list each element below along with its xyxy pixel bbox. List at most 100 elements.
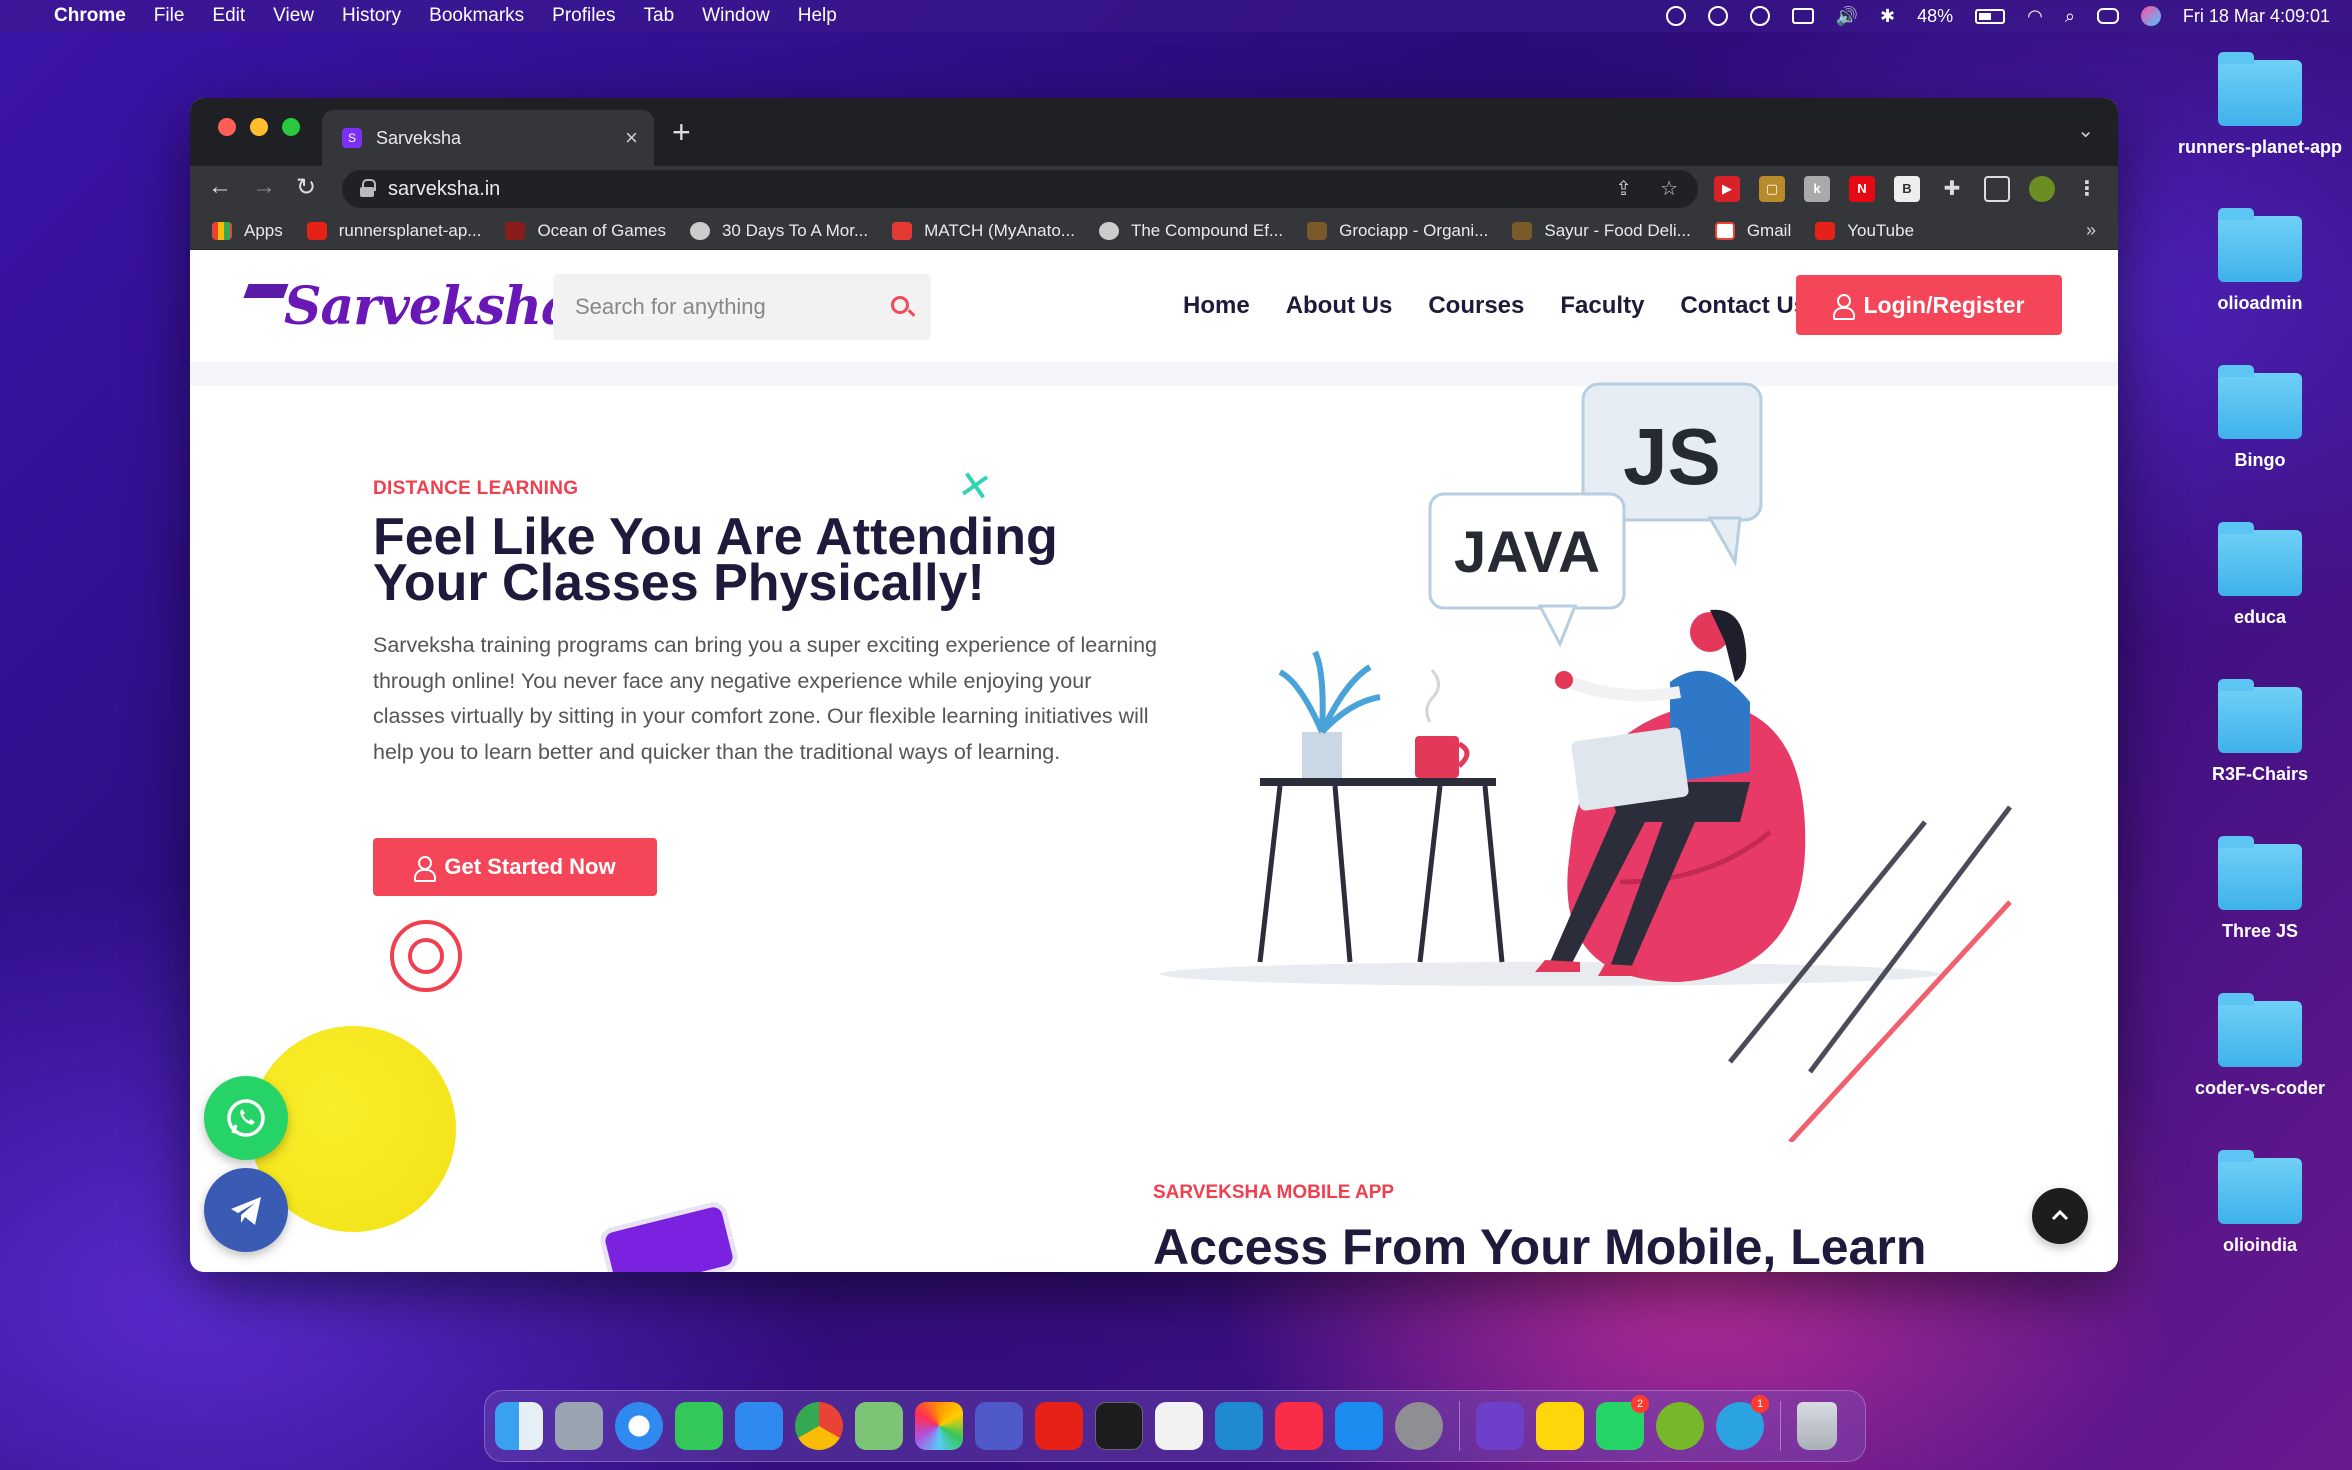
get-started-button[interactable]: Get Started Now: [373, 838, 657, 896]
app-store-icon[interactable]: [1335, 1402, 1383, 1450]
menu-window[interactable]: Window: [702, 5, 770, 27]
terminal-icon[interactable]: [1095, 1402, 1143, 1450]
telegram-floating-button[interactable]: [204, 1168, 288, 1252]
bookmark-item[interactable]: Apps: [212, 221, 283, 241]
monitor-icon[interactable]: [1791, 8, 1814, 24]
desktop-folder[interactable]: Bingo: [2160, 365, 2352, 471]
extension-icon[interactable]: B: [1894, 176, 1920, 202]
github-desktop-icon[interactable]: [1476, 1402, 1524, 1450]
menu-bookmarks[interactable]: Bookmarks: [429, 5, 524, 27]
extension-icon[interactable]: k: [1804, 176, 1830, 202]
bookmarks-overflow-button[interactable]: »: [2086, 220, 2096, 241]
desktop-folder[interactable]: runners-planet-app: [2160, 52, 2352, 158]
search-icon[interactable]: [891, 296, 909, 314]
nav-home[interactable]: Home: [1183, 292, 1250, 320]
messages-icon[interactable]: [675, 1402, 723, 1450]
tab-active[interactable]: S Sarveksha ×: [322, 110, 654, 166]
new-tab-button[interactable]: +: [672, 114, 691, 151]
share-icon[interactable]: ⇪: [1615, 176, 1632, 201]
volume-icon[interactable]: 🔊: [1836, 6, 1858, 27]
bluetooth-icon[interactable]: ✱: [1880, 6, 1895, 27]
whatsapp-app-icon[interactable]: 2: [1596, 1395, 1649, 1450]
whatsapp-floating-button[interactable]: [204, 1076, 288, 1160]
utorrent-icon[interactable]: [1656, 1402, 1704, 1450]
bookmark-item[interactable]: YouTube: [1815, 221, 1914, 241]
bookmark-item[interactable]: MATCH (MyAnato...: [892, 221, 1075, 241]
system-preferences-icon[interactable]: [1395, 1402, 1443, 1450]
control-center-icon[interactable]: [2096, 8, 2119, 24]
play-icon[interactable]: [1749, 6, 1770, 26]
tab-close-icon[interactable]: ×: [625, 125, 638, 151]
menu-file[interactable]: File: [154, 5, 185, 27]
youtube-app-icon[interactable]: [1035, 1402, 1083, 1450]
bookmark-item[interactable]: 30 Days To A Mor...: [689, 221, 868, 241]
desktop-folder[interactable]: educa: [2160, 522, 2352, 628]
bookmark-item[interactable]: Grociapp - Organi...: [1307, 221, 1488, 241]
vscode-icon[interactable]: [1215, 1402, 1263, 1450]
minimize-window-button[interactable]: [250, 118, 268, 136]
globe-icon: [1098, 221, 1119, 240]
desktop-folder[interactable]: olioindia: [2160, 1150, 2352, 1256]
nav-about-us[interactable]: About Us: [1286, 292, 1393, 320]
siri-icon[interactable]: [2140, 6, 2161, 26]
trash-icon[interactable]: [1797, 1402, 1837, 1450]
address-bar[interactable]: sarveksha.in ⇪ ☆: [342, 170, 1698, 208]
profile-avatar[interactable]: [2029, 176, 2055, 202]
bookmark-item[interactable]: The Compound Ef...: [1098, 221, 1283, 241]
menu-view[interactable]: View: [273, 5, 314, 27]
desktop-folder[interactable]: Three JS: [2160, 836, 2352, 942]
site-search-input[interactable]: Search for anything: [553, 274, 931, 340]
desktop-folder[interactable]: R3F-Chairs: [2160, 679, 2352, 785]
kebab-menu-icon[interactable]: ⋮: [2074, 176, 2100, 202]
telegram-app-icon[interactable]: 1: [1716, 1395, 1769, 1450]
menu-bar-clock[interactable]: Fri 18 Mar 4:09:01: [2183, 6, 2330, 27]
puzzle-extensions-icon[interactable]: ✚: [1939, 176, 1965, 202]
maps-icon[interactable]: [855, 1402, 903, 1450]
side-panel-icon[interactable]: [1984, 176, 2010, 202]
teams-icon[interactable]: [975, 1402, 1023, 1450]
menu-help[interactable]: Help: [798, 5, 837, 27]
nav-faculty[interactable]: Faculty: [1560, 292, 1644, 320]
menu-edit[interactable]: Edit: [212, 5, 245, 27]
reminders-icon[interactable]: [1155, 1402, 1203, 1450]
login-register-button[interactable]: Login/Register: [1796, 275, 2062, 335]
menu-history[interactable]: History: [342, 5, 401, 27]
lock-icon[interactable]: [360, 179, 376, 197]
menu-profiles[interactable]: Profiles: [552, 5, 615, 27]
extension-icon[interactable]: N: [1849, 176, 1875, 202]
notes-icon[interactable]: [1536, 1402, 1584, 1450]
bookmark-item[interactable]: Sayur - Food Deli...: [1512, 221, 1691, 241]
vpn-icon[interactable]: [1707, 6, 1728, 26]
spotlight-search-icon[interactable]: ⌕: [2065, 6, 2075, 27]
photos-icon[interactable]: [915, 1402, 963, 1450]
zoom-window-button[interactable]: [282, 118, 300, 136]
close-window-button[interactable]: [218, 118, 236, 136]
back-button[interactable]: ←: [208, 173, 232, 201]
nav-contact-us[interactable]: Contact Us: [1680, 292, 1807, 320]
nav-courses[interactable]: Courses: [1428, 292, 1524, 320]
menu-tab[interactable]: Tab: [644, 5, 675, 27]
wifi-icon[interactable]: ◠: [2027, 6, 2043, 27]
scroll-to-top-button[interactable]: [2032, 1188, 2088, 1244]
bookmark-item[interactable]: Gmail: [1714, 221, 1791, 241]
safari-icon[interactable]: [615, 1402, 663, 1450]
menu-app-name[interactable]: Chrome: [54, 5, 126, 27]
mail-icon[interactable]: [735, 1402, 783, 1450]
extension-icon[interactable]: ▢: [1759, 176, 1785, 202]
launchpad-icon[interactable]: [555, 1402, 603, 1450]
music-icon[interactable]: [1275, 1402, 1323, 1450]
bookmark-item[interactable]: runnersplanet-ap...: [306, 221, 481, 241]
desktop-folder[interactable]: coder-vs-coder: [2160, 993, 2352, 1099]
desktop-folder[interactable]: olioadmin: [2160, 208, 2352, 314]
site-logo[interactable]: Sarveksha: [246, 276, 575, 337]
battery-icon[interactable]: [1975, 8, 2006, 24]
tab-search-chevron-icon[interactable]: ⌄: [2077, 118, 2094, 143]
forward-button[interactable]: →: [252, 173, 276, 201]
finder-icon[interactable]: [495, 1402, 543, 1450]
chrome-icon[interactable]: [795, 1402, 843, 1450]
extension-icon[interactable]: ▶: [1714, 176, 1740, 202]
bookmark-star-icon[interactable]: ☆: [1660, 176, 1678, 201]
cloud-status-icon[interactable]: [1665, 6, 1686, 26]
bookmark-item[interactable]: Ocean of Games: [505, 221, 666, 241]
reload-button[interactable]: ↻: [296, 173, 316, 202]
